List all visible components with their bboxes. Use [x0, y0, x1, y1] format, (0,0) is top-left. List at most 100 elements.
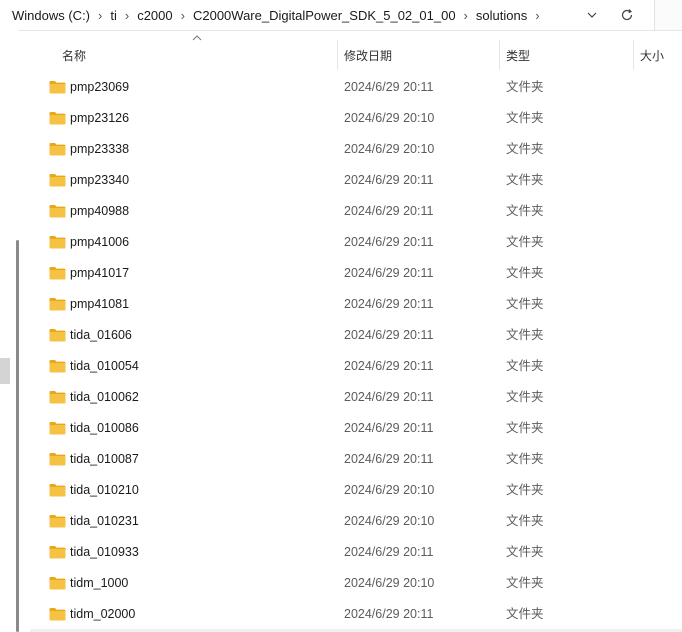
file-type: 文件夹	[506, 80, 544, 94]
file-type: 文件夹	[506, 173, 544, 187]
breadcrumb-c2000[interactable]: c2000	[131, 8, 178, 23]
file-modified-date: 2024/6/29 20:11	[344, 359, 434, 373]
file-type: 文件夹	[506, 111, 544, 125]
column-size[interactable]: 大小	[640, 40, 664, 70]
chevron-right-icon[interactable]: ›	[96, 8, 104, 23]
folder-icon	[49, 204, 66, 218]
file-modified-date: 2024/6/29 20:11	[344, 235, 434, 249]
file-type: 文件夹	[506, 204, 544, 218]
file-name: pmp41017	[70, 266, 130, 280]
file-name: tida_010933	[70, 545, 139, 559]
list-item[interactable]: pmp23069 2024/6/29 20:11 文件夹	[30, 72, 682, 103]
file-name: tidm_1000	[70, 576, 129, 590]
chevron-down-icon[interactable]	[582, 5, 602, 25]
file-type: 文件夹	[506, 266, 544, 280]
list-item[interactable]: tida_010062 2024/6/29 20:11 文件夹	[30, 382, 682, 413]
column-header: 名称 修改日期 类型 大小	[30, 35, 682, 70]
list-item[interactable]: pmp41017 2024/6/29 20:11 文件夹	[30, 258, 682, 289]
file-list: pmp23069 2024/6/29 20:11 文件夹 pmp23126 2024/6…	[30, 72, 682, 630]
column-date[interactable]: 修改日期	[344, 40, 392, 70]
file-modified-date: 2024/6/29 20:11	[344, 266, 434, 280]
column-divider[interactable]	[499, 40, 500, 70]
column-divider[interactable]	[337, 40, 338, 70]
folder-icon	[49, 359, 66, 373]
chevron-right-icon[interactable]: ›	[123, 8, 131, 23]
breadcrumb-drive[interactable]: Windows (C:)	[6, 8, 96, 23]
file-name: tida_010062	[70, 390, 139, 404]
list-item[interactable]: pmp40988 2024/6/29 20:11 文件夹	[30, 196, 682, 227]
sort-ascending-icon	[192, 35, 202, 41]
file-type: 文件夹	[506, 514, 544, 528]
folder-icon	[49, 297, 66, 311]
file-name: pmp23069	[70, 80, 130, 94]
file-type: 文件夹	[506, 483, 544, 497]
file-type: 文件夹	[506, 142, 544, 156]
file-type: 文件夹	[506, 235, 544, 249]
list-item[interactable]: tida_010933 2024/6/29 20:11 文件夹	[30, 537, 682, 568]
file-type: 文件夹	[506, 359, 544, 373]
file-name: tidm_02000	[70, 607, 136, 621]
column-type[interactable]: 类型	[506, 40, 530, 70]
breadcrumb-ti[interactable]: ti	[104, 8, 123, 23]
list-item[interactable]: tida_010231 2024/6/29 20:10 文件夹	[30, 506, 682, 537]
address-bar[interactable]: Windows (C:) › ti › c2000 › C2000Ware_Di…	[0, 0, 682, 31]
file-name: pmp23338	[70, 142, 130, 156]
file-explorer-window: Windows (C:) › ti › c2000 › C2000Ware_Di…	[0, 0, 682, 632]
file-name: pmp23340	[70, 173, 130, 187]
file-modified-date: 2024/6/29 20:11	[344, 452, 434, 466]
file-modified-date: 2024/6/29 20:11	[344, 173, 434, 187]
file-type: 文件夹	[506, 576, 544, 590]
file-name: pmp41081	[70, 297, 130, 311]
folder-icon	[49, 452, 66, 466]
list-item[interactable]: pmp41006 2024/6/29 20:11 文件夹	[30, 227, 682, 258]
column-name[interactable]: 名称	[62, 40, 86, 70]
chevron-right-icon[interactable]: ›	[533, 8, 541, 23]
file-modified-date: 2024/6/29 20:11	[344, 297, 434, 311]
file-name: pmp40988	[70, 204, 130, 218]
breadcrumb-sdk[interactable]: C2000Ware_DigitalPower_SDK_5_02_01_00	[187, 8, 462, 23]
list-item[interactable]: tidm_02000 2024/6/29 20:11 文件夹	[30, 599, 682, 630]
pane-resize-handle[interactable]	[0, 358, 10, 384]
file-modified-date: 2024/6/29 20:10	[344, 111, 435, 125]
file-modified-date: 2024/6/29 20:11	[344, 390, 434, 404]
folder-icon	[49, 173, 66, 187]
file-modified-date: 2024/6/29 20:11	[344, 204, 434, 218]
file-name: pmp23126	[70, 111, 130, 125]
folder-icon	[49, 328, 66, 342]
search-input[interactable]	[654, 0, 682, 30]
file-modified-date: 2024/6/29 20:11	[344, 328, 434, 342]
folder-icon	[49, 390, 66, 404]
file-modified-date: 2024/6/29 20:10	[344, 142, 435, 156]
column-divider[interactable]	[633, 40, 634, 70]
list-item[interactable]: pmp41081 2024/6/29 20:11 文件夹	[30, 289, 682, 320]
file-name: tida_010054	[70, 359, 139, 373]
breadcrumb-solutions[interactable]: solutions	[470, 8, 533, 23]
folder-icon	[49, 607, 66, 621]
list-item[interactable]: tida_010054 2024/6/29 20:11 文件夹	[30, 351, 682, 382]
folder-icon	[49, 545, 66, 559]
list-item[interactable]: tida_01606 2024/6/29 20:11 文件夹	[30, 320, 682, 351]
list-item[interactable]: tidm_1000 2024/6/29 20:10 文件夹	[30, 568, 682, 599]
chevron-right-icon[interactable]: ›	[462, 8, 470, 23]
list-item[interactable]: pmp23340 2024/6/29 20:11 文件夹	[30, 165, 682, 196]
list-item[interactable]: pmp23338 2024/6/29 20:10 文件夹	[30, 134, 682, 165]
list-item[interactable]: pmp23126 2024/6/29 20:10 文件夹	[30, 103, 682, 134]
file-modified-date: 2024/6/29 20:11	[344, 545, 434, 559]
chevron-right-icon[interactable]: ›	[179, 8, 187, 23]
list-item[interactable]: tida_010086 2024/6/29 20:11 文件夹	[30, 413, 682, 444]
file-name: tida_010231	[70, 514, 139, 528]
folder-icon	[49, 111, 66, 125]
file-type: 文件夹	[506, 421, 544, 435]
file-name: tida_010087	[70, 452, 139, 466]
list-item[interactable]: tida_010210 2024/6/29 20:10 文件夹	[30, 475, 682, 506]
file-modified-date: 2024/6/29 20:10	[344, 576, 435, 590]
navigation-scrollbar[interactable]	[16, 240, 19, 632]
refresh-icon[interactable]	[616, 4, 638, 26]
file-modified-date: 2024/6/29 20:11	[344, 607, 434, 621]
folder-icon	[49, 266, 66, 280]
file-type: 文件夹	[506, 390, 544, 404]
folder-icon	[49, 142, 66, 156]
list-item[interactable]: tida_010087 2024/6/29 20:11 文件夹	[30, 444, 682, 475]
folder-icon	[49, 576, 66, 590]
file-type: 文件夹	[506, 297, 544, 311]
